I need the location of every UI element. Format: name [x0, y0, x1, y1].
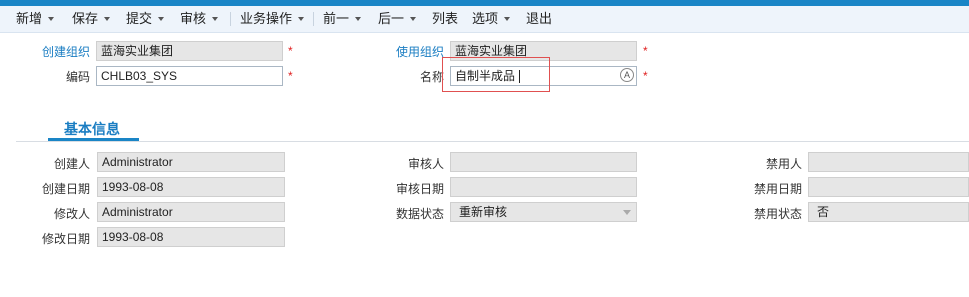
toolbar-business-ops-label: 业务操作 [240, 11, 293, 26]
create-date-label: 创建日期 [41, 182, 90, 196]
chevron-down-icon[interactable] [355, 16, 362, 21]
toolbar: 新增 保存 提交 审核 业务操作 前一 后一 列表 选项 退出 [0, 6, 969, 33]
use-org-label[interactable]: 使用组织 [384, 43, 444, 60]
toolbar-exit-button[interactable]: 退出 [526, 6, 552, 32]
code-input[interactable]: CHLB03_SYS [96, 66, 283, 86]
disable-status-field: 否 [808, 202, 969, 222]
multilang-icon[interactable]: A [620, 68, 634, 82]
toolbar-new-label: 新增 [16, 11, 43, 26]
toolbar-prev-button[interactable]: 前一 [323, 6, 362, 32]
create-date-field: 1993-08-08 [97, 177, 285, 197]
required-mark: * [643, 44, 648, 58]
modifier-field: Administrator [97, 202, 285, 222]
chevron-down-icon[interactable] [298, 16, 305, 21]
disable-date-field [808, 177, 969, 197]
chevron-down-icon[interactable] [410, 16, 417, 21]
data-status-select[interactable]: 重新审核 [450, 202, 637, 222]
toolbar-separator [313, 12, 314, 26]
required-mark: * [643, 69, 648, 83]
name-label: 名称 [419, 70, 444, 84]
disable-date-label: 禁用日期 [753, 182, 802, 196]
toolbar-options-label: 选项 [472, 11, 499, 26]
toolbar-submit-button[interactable]: 提交 [126, 6, 165, 32]
modify-date-label: 修改日期 [41, 232, 90, 246]
toolbar-save-button[interactable]: 保存 [72, 6, 111, 32]
chevron-down-icon[interactable] [158, 16, 165, 21]
code-label: 编码 [65, 70, 90, 84]
section-divider [16, 141, 969, 142]
toolbar-exit-label: 退出 [526, 11, 553, 26]
toolbar-save-label: 保存 [72, 11, 99, 26]
approver-label: 审核人 [407, 157, 444, 171]
focus-highlight-box [442, 57, 550, 92]
chevron-down-icon[interactable] [623, 210, 631, 215]
disable-status-label: 禁用状态 [753, 207, 802, 221]
chevron-down-icon[interactable] [504, 16, 511, 21]
section-title-basic-info[interactable]: 基本信息 [64, 119, 120, 139]
approve-date-field [450, 177, 637, 197]
chevron-down-icon[interactable] [104, 16, 111, 21]
modify-date-field: 1993-08-08 [97, 227, 285, 247]
disabler-field [808, 152, 969, 172]
toolbar-new-button[interactable]: 新增 [16, 6, 55, 32]
chevron-down-icon[interactable] [48, 16, 55, 21]
disabler-label: 禁用人 [765, 157, 802, 171]
modifier-label: 修改人 [53, 207, 90, 221]
data-status-label: 数据状态 [395, 207, 444, 221]
toolbar-next-label: 后一 [378, 11, 405, 26]
toolbar-separator [230, 12, 231, 26]
toolbar-approve-button[interactable]: 审核 [180, 6, 219, 32]
chevron-down-icon[interactable] [212, 16, 219, 21]
toolbar-options-button[interactable]: 选项 [472, 6, 511, 32]
approver-field [450, 152, 637, 172]
create-org-label[interactable]: 创建组织 [30, 43, 90, 60]
create-org-field: 蓝海实业集团 [96, 41, 283, 61]
creator-field: Administrator [97, 152, 285, 172]
toolbar-business-ops-button[interactable]: 业务操作 [240, 6, 305, 32]
required-mark: * [288, 69, 293, 83]
toolbar-next-button[interactable]: 后一 [378, 6, 417, 32]
toolbar-approve-label: 审核 [180, 11, 207, 26]
toolbar-prev-label: 前一 [323, 11, 350, 26]
required-mark: * [288, 44, 293, 58]
toolbar-list-button[interactable]: 列表 [432, 6, 458, 32]
creator-label: 创建人 [53, 157, 90, 171]
toolbar-submit-label: 提交 [126, 11, 153, 26]
approve-date-label: 审核日期 [395, 182, 444, 196]
toolbar-list-label: 列表 [432, 11, 459, 26]
